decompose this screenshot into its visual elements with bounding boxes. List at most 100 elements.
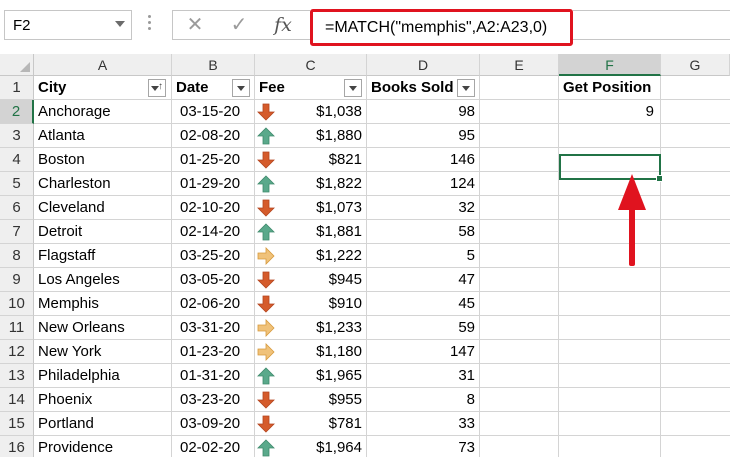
date-cell[interactable]: 03-05-20 [172, 268, 255, 292]
name-box[interactable]: F2 [4, 10, 132, 40]
empty-cell[interactable] [480, 364, 559, 388]
empty-cell[interactable] [480, 196, 559, 220]
row-header[interactable]: 1 [0, 76, 34, 100]
empty-cell[interactable] [480, 220, 559, 244]
empty-cell[interactable] [661, 292, 730, 316]
fee-cell[interactable]: $1,964 [255, 436, 367, 457]
empty-cell[interactable] [661, 316, 730, 340]
city-cell[interactable]: Providence [34, 436, 172, 457]
select-all-button[interactable] [0, 54, 34, 76]
insert-function-button[interactable]: fx [269, 11, 297, 39]
column-header-a[interactable]: A [34, 54, 172, 76]
column-header-e[interactable]: E [480, 54, 559, 76]
empty-cell[interactable] [661, 412, 730, 436]
empty-cell[interactable] [480, 436, 559, 457]
empty-cell[interactable] [661, 364, 730, 388]
column-header-b[interactable]: B [172, 54, 255, 76]
row-header[interactable]: 9 [0, 268, 34, 292]
books-sold-cell[interactable]: 47 [367, 268, 480, 292]
result-cell[interactable]: 9 [559, 100, 661, 124]
header-cell-city[interactable]: City [34, 76, 172, 100]
cancel-icon[interactable]: ✕ [181, 11, 209, 39]
city-cell[interactable]: Detroit [34, 220, 172, 244]
empty-cell[interactable] [661, 220, 730, 244]
fee-cell[interactable]: $1,038 [255, 100, 367, 124]
fee-cell[interactable]: $821 [255, 148, 367, 172]
fee-cell[interactable]: $1,880 [255, 124, 367, 148]
filter-dropdown-icon[interactable] [457, 79, 475, 97]
filter-dropdown-icon[interactable] [344, 79, 362, 97]
header-cell-get-position[interactable]: Get Position [559, 76, 661, 100]
date-cell[interactable]: 01-25-20 [172, 148, 255, 172]
fee-cell[interactable]: $1,881 [255, 220, 367, 244]
date-cell[interactable]: 02-14-20 [172, 220, 255, 244]
books-sold-cell[interactable]: 95 [367, 124, 480, 148]
empty-cell[interactable] [559, 316, 661, 340]
date-cell[interactable]: 02-06-20 [172, 292, 255, 316]
chevron-down-icon[interactable] [115, 21, 125, 27]
fee-cell[interactable]: $781 [255, 412, 367, 436]
column-header-f[interactable]: F [559, 54, 661, 76]
books-sold-cell[interactable]: 73 [367, 436, 480, 457]
fee-cell[interactable]: $1,233 [255, 316, 367, 340]
row-header[interactable]: 5 [0, 172, 34, 196]
city-cell[interactable]: Atlanta [34, 124, 172, 148]
city-cell[interactable]: Los Angeles [34, 268, 172, 292]
date-cell[interactable]: 03-09-20 [172, 412, 255, 436]
empty-cell[interactable] [480, 292, 559, 316]
books-sold-cell[interactable]: 58 [367, 220, 480, 244]
books-sold-cell[interactable]: 32 [367, 196, 480, 220]
date-cell[interactable]: 03-25-20 [172, 244, 255, 268]
city-cell[interactable]: Cleveland [34, 196, 172, 220]
spreadsheet-grid[interactable]: ABCDEFG 1 City Date Fee Books Sold Get P… [0, 54, 730, 457]
date-cell[interactable]: 03-23-20 [172, 388, 255, 412]
city-cell[interactable]: Philadelphia [34, 364, 172, 388]
column-header-g[interactable]: G [661, 54, 730, 76]
empty-cell[interactable] [480, 124, 559, 148]
row-header[interactable]: 14 [0, 388, 34, 412]
city-cell[interactable]: Phoenix [34, 388, 172, 412]
drag-handle-icon[interactable] [148, 15, 152, 35]
enter-icon[interactable]: ✓ [225, 11, 253, 39]
header-cell-books-sold[interactable]: Books Sold [367, 76, 480, 100]
empty-cell[interactable] [480, 268, 559, 292]
fee-cell[interactable]: $1,222 [255, 244, 367, 268]
row-header[interactable]: 11 [0, 316, 34, 340]
empty-cell[interactable] [661, 196, 730, 220]
formula-input-extension[interactable] [573, 10, 730, 40]
empty-cell[interactable] [661, 340, 730, 364]
books-sold-cell[interactable]: 147 [367, 340, 480, 364]
empty-cell[interactable] [559, 268, 661, 292]
books-sold-cell[interactable]: 5 [367, 244, 480, 268]
books-sold-cell[interactable]: 45 [367, 292, 480, 316]
date-cell[interactable]: 01-23-20 [172, 340, 255, 364]
fee-cell[interactable]: $955 [255, 388, 367, 412]
date-cell[interactable]: 03-31-20 [172, 316, 255, 340]
header-cell-fee[interactable]: Fee [255, 76, 367, 100]
city-cell[interactable]: Anchorage [34, 100, 172, 124]
date-cell[interactable]: 02-08-20 [172, 124, 255, 148]
books-sold-cell[interactable]: 124 [367, 172, 480, 196]
date-cell[interactable]: 01-31-20 [172, 364, 255, 388]
empty-cell[interactable] [661, 244, 730, 268]
empty-cell[interactable] [480, 340, 559, 364]
city-cell[interactable]: Boston [34, 148, 172, 172]
date-cell[interactable]: 02-10-20 [172, 196, 255, 220]
empty-cell[interactable] [480, 316, 559, 340]
empty-cell[interactable] [559, 148, 661, 172]
books-sold-cell[interactable]: 146 [367, 148, 480, 172]
row-header[interactable]: 3 [0, 124, 34, 148]
row-header[interactable]: 4 [0, 148, 34, 172]
empty-cell[interactable] [559, 340, 661, 364]
empty-cell[interactable] [661, 100, 730, 124]
empty-cell[interactable] [480, 412, 559, 436]
empty-cell[interactable] [661, 436, 730, 457]
row-header[interactable]: 6 [0, 196, 34, 220]
empty-cell[interactable] [480, 100, 559, 124]
city-cell[interactable]: Charleston [34, 172, 172, 196]
header-cell-date[interactable]: Date [172, 76, 255, 100]
fee-cell[interactable]: $1,073 [255, 196, 367, 220]
empty-cell[interactable] [559, 364, 661, 388]
formula-input[interactable]: =MATCH("memphis",A2:A23,0) [310, 9, 573, 46]
row-header[interactable]: 7 [0, 220, 34, 244]
